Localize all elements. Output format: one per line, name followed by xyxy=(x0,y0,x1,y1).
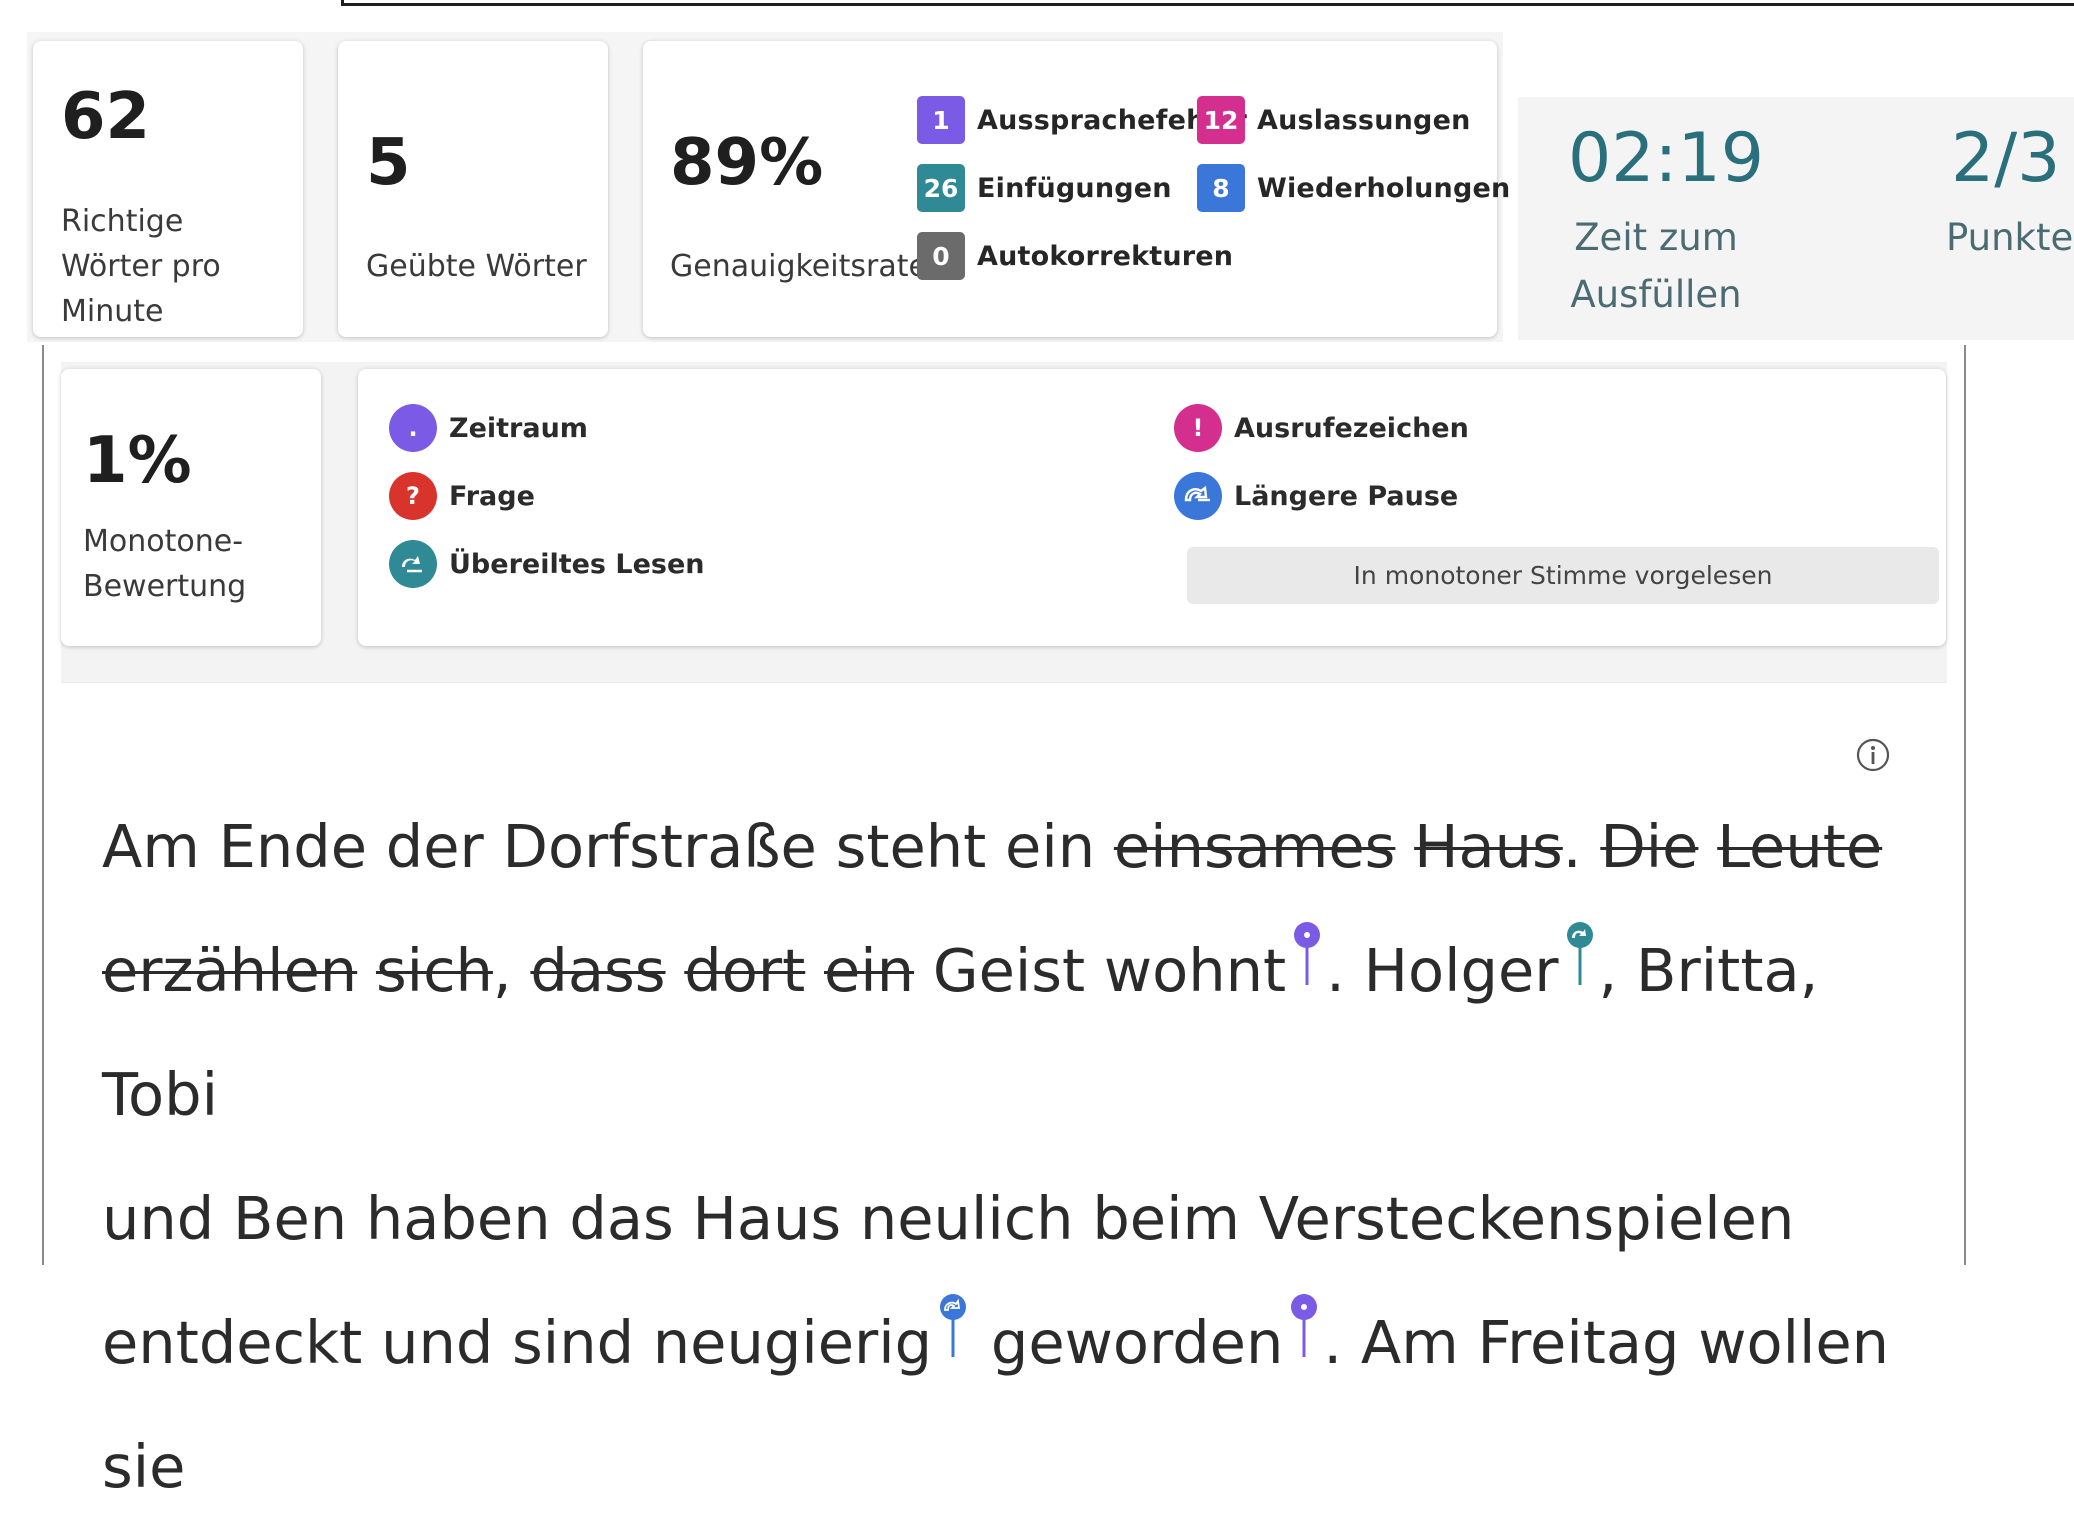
period-marker-icon[interactable] xyxy=(1287,1293,1321,1361)
practiced-words-value: 5 xyxy=(366,126,411,200)
passage-word[interactable]: . xyxy=(1563,812,1601,881)
practiced-words-label: Geübte Wörter xyxy=(366,249,587,284)
exclamation-icon: ! xyxy=(1174,404,1222,452)
completion-summary: 02:19 Zeit zum Ausfüllen 2/3 Punkte xyxy=(1518,97,2074,340)
omitted-word[interactable]: Haus xyxy=(1414,812,1563,881)
legend-label: Frage xyxy=(449,480,535,512)
accuracy-value: 89% xyxy=(670,126,824,200)
monotone-value: 1% xyxy=(83,424,192,498)
passage-line-1: Am Ende der Dorfstraße steht ein einsame… xyxy=(102,785,1932,909)
monotone-read-button[interactable]: In monotoner Stimme vorgelesen xyxy=(1187,547,1939,604)
badge-label: Wiederholungen xyxy=(1257,172,1511,204)
omitted-word[interactable]: dass xyxy=(530,936,665,1005)
badge-label: Auslassungen xyxy=(1257,104,1471,136)
passage-line-2: erzählen sich, dass dort ein Geist wohnt… xyxy=(102,909,1932,1157)
legend-rushed-reading: Übereiltes Lesen xyxy=(389,540,705,588)
legend-label: Zeitraum xyxy=(449,412,588,444)
monotone-label: Monotone- Bewertung xyxy=(83,519,246,609)
long-pause-marker-icon[interactable] xyxy=(936,1293,970,1361)
badge-count: 12 xyxy=(1197,96,1245,144)
badge-count: 8 xyxy=(1197,164,1245,212)
badge-insertions: 26 Einfügungen xyxy=(917,164,1172,212)
wpm-value: 62 xyxy=(61,80,151,154)
wpm-label-line-3: Minute xyxy=(61,294,164,329)
points-value: 2/3 xyxy=(1951,119,2061,198)
passage-word[interactable]: und Ben haben das Haus neulich beim Vers… xyxy=(102,1184,1794,1253)
info-icon[interactable] xyxy=(1855,737,1891,773)
legend-question: ? Frage xyxy=(389,472,535,520)
monotone-label-line-2: Bewertung xyxy=(83,569,247,604)
passage-word[interactable]: . Holger xyxy=(1326,936,1558,1005)
legend-label: Ausrufezeichen xyxy=(1234,412,1469,444)
badge-count: 1 xyxy=(917,96,965,144)
omitted-word[interactable]: sich xyxy=(376,936,493,1005)
question-icon: ? xyxy=(389,472,437,520)
top-frame-border xyxy=(341,0,2074,6)
passage-word[interactable]: Am Ende der Dorfstraße steht ein xyxy=(102,812,1114,881)
badge-label: Einfügungen xyxy=(977,172,1172,204)
period-marker-icon[interactable] xyxy=(1290,921,1324,989)
passage-word[interactable]: entdeckt und sind neugierig xyxy=(102,1308,932,1377)
badge-omissions: 12 Auslassungen xyxy=(1197,96,1471,144)
badge-repetitions: 8 Wiederholungen xyxy=(1197,164,1510,212)
omitted-word[interactable]: einsames xyxy=(1114,812,1396,881)
legend-label: Übereiltes Lesen xyxy=(449,548,705,580)
omitted-word[interactable]: dort xyxy=(684,936,805,1005)
omitted-word[interactable]: Leute xyxy=(1717,812,1882,881)
period-icon: . xyxy=(389,404,437,452)
long-pause-icon xyxy=(1174,472,1222,520)
monotone-card: 1% Monotone- Bewertung xyxy=(61,369,321,646)
passage-space xyxy=(1698,812,1717,881)
rushed-reading-icon xyxy=(389,540,437,588)
wpm-label: Richtige Wörter pro Minute xyxy=(61,199,221,334)
wpm-label-line-2: Wörter pro xyxy=(61,249,221,284)
legend-long-pause: Längere Pause xyxy=(1174,472,1458,520)
wpm-card: 62 Richtige Wörter pro Minute xyxy=(33,41,303,337)
passage-space xyxy=(1395,812,1414,881)
accuracy-label: Genauigkeitsrate xyxy=(670,249,927,284)
badge-count: 0 xyxy=(917,232,965,280)
badge-count: 26 xyxy=(917,164,965,212)
passage-line-3: und Ben haben das Haus neulich beim Vers… xyxy=(102,1157,1932,1281)
prosody-legend-card xyxy=(358,369,1946,646)
passage-space xyxy=(666,936,685,1005)
completion-time-label: Zeit zum Ausfüllen xyxy=(1568,209,1744,323)
accuracy-card: 89% Genauigkeitsrate 1 Aussprachefehler … xyxy=(643,41,1510,337)
badge-label: Autokorrekturen xyxy=(977,240,1234,272)
omitted-word[interactable]: ein xyxy=(824,936,914,1005)
passage-word[interactable]: , xyxy=(493,936,531,1005)
legend-period: . Zeitraum xyxy=(389,404,588,452)
reading-passage: Am Ende der Dorfstraße steht ein einsame… xyxy=(102,785,1932,1529)
wpm-label-line-1: Richtige xyxy=(61,204,184,239)
omitted-word[interactable]: Die xyxy=(1600,812,1698,881)
badge-self-corrections: 0 Autokorrekturen xyxy=(917,232,1233,280)
legend-exclamation: ! Ausrufezeichen xyxy=(1174,404,1469,452)
legend-label: Längere Pause xyxy=(1234,480,1459,512)
passage-space xyxy=(805,936,824,1005)
omitted-word[interactable]: erzählen xyxy=(102,936,357,1005)
practiced-words-card: 5 Geübte Wörter xyxy=(338,41,608,337)
completion-time-label-line-2: Ausfüllen xyxy=(1570,273,1742,316)
rushed-reading-marker-icon[interactable] xyxy=(1563,921,1597,989)
completion-time-label-line-1: Zeit zum xyxy=(1574,216,1738,259)
passage-line-4: entdeckt und sind neugierig geworden. Am… xyxy=(102,1281,1932,1529)
passage-space xyxy=(357,936,376,1005)
completion-time-value: 02:19 xyxy=(1568,119,1764,198)
passage-word[interactable]: Geist wohnt xyxy=(914,936,1286,1005)
monotone-label-line-1: Monotone- xyxy=(83,524,244,559)
points-label: Punkte xyxy=(1946,216,2074,259)
passage-word[interactable]: geworden xyxy=(972,1308,1283,1377)
